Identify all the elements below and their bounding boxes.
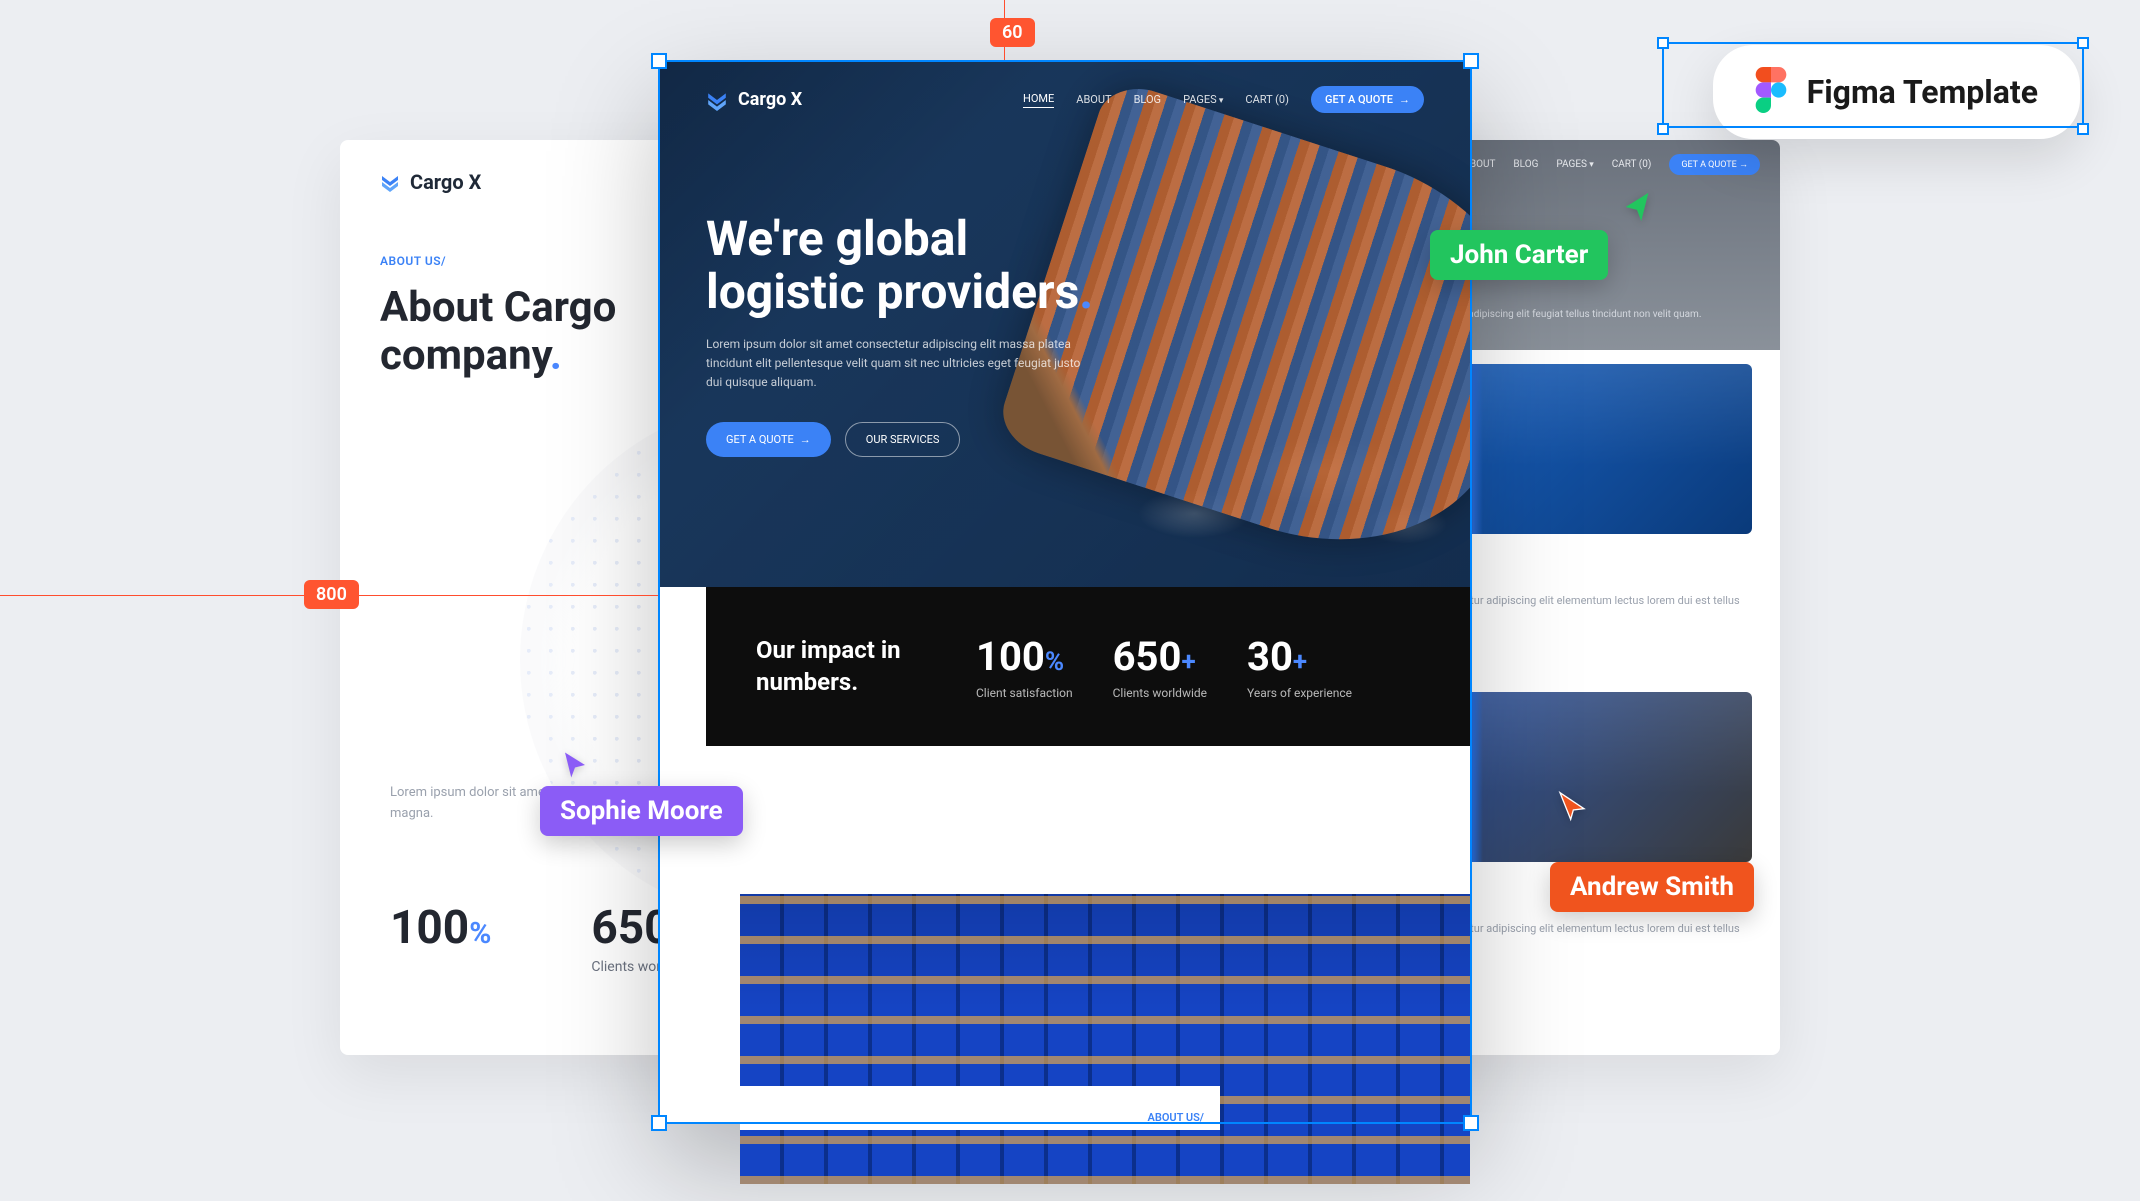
nav-cart[interactable]: CART (0) (1612, 159, 1652, 170)
selection-handle-ne[interactable] (1463, 53, 1479, 69)
nav-home[interactable]: HOME (1023, 92, 1054, 108)
bottom-eyebrow: ABOUT US/ (1148, 1111, 1204, 1124)
selection-handle-sw[interactable] (1657, 123, 1669, 135)
warehouse-image (740, 894, 1470, 1184)
user-cursor-sophie: Sophie Moore (540, 750, 743, 836)
logo[interactable]: Cargo X (706, 89, 802, 111)
stats-title: Our impact in numbers. (756, 635, 936, 697)
selection-handle-se[interactable] (1463, 1115, 1479, 1131)
nav-about[interactable]: ABOUT (1076, 93, 1111, 106)
stats-row: 100% 650+ Clients worl (390, 901, 687, 975)
nav-cta-button[interactable]: GET A QUOTE→ (1311, 86, 1424, 113)
cursor-label: Andrew Smith (1550, 862, 1754, 912)
main-nav: Cargo X HOME ABOUT BLOG PAGES CART (0) G… (706, 86, 1424, 113)
stat-item: 30+ Years of experience (1247, 633, 1352, 700)
figma-template-badge[interactable]: Figma Template (1713, 45, 2080, 139)
nav-pages[interactable]: PAGES (1556, 159, 1593, 170)
hero-cta-secondary[interactable]: OUR SERVICES (845, 422, 961, 457)
stats-bar: Our impact in numbers. 100% Client satis… (706, 587, 1470, 746)
selection-handle-sw[interactable] (651, 1115, 667, 1131)
logo-icon (706, 89, 728, 111)
stat-item: 650+ Clients worldwide (1113, 633, 1207, 700)
figma-badge-label: Figma Template (1807, 73, 2038, 111)
bottom-strip: ABOUT US/ (740, 1086, 1220, 1130)
hero-section: Cargo X HOME ABOUT BLOG PAGES CART (0) G… (660, 62, 1470, 587)
selection-handle-ne[interactable] (2077, 37, 2089, 49)
hero-cta-primary[interactable]: GET A QUOTE→ (706, 422, 831, 457)
logo-text: Cargo X (410, 170, 481, 194)
selection-handle-se[interactable] (2077, 123, 2089, 135)
measurement-top: 60 (990, 18, 1035, 47)
selection-handle-nw[interactable] (651, 53, 667, 69)
nav-blog[interactable]: BLOG (1134, 93, 1162, 106)
stat-item: 100% Client satisfaction (976, 633, 1073, 700)
hero-subtitle: Lorem ipsum dolor sit amet consectetur a… (706, 335, 1086, 393)
nav-cart[interactable]: CART (0) (1245, 93, 1289, 106)
nav-blog[interactable]: BLOG (1513, 159, 1538, 170)
cursor-label: Sophie Moore (540, 786, 743, 836)
logo-icon (380, 172, 400, 192)
cursor-label: John Carter (1430, 230, 1608, 280)
hero-title: We're global logistic providers. (706, 213, 1126, 319)
user-cursor-john: John Carter (1430, 190, 1654, 280)
stat-item: 100% (390, 901, 491, 975)
selection-handle-nw[interactable] (1657, 37, 1669, 49)
user-cursor-andrew: Andrew Smith (1550, 790, 1754, 912)
figma-icon (1755, 67, 1787, 117)
nav-pages[interactable]: PAGES (1183, 93, 1223, 106)
logo-text: Cargo X (738, 89, 802, 110)
frame-home-selected[interactable]: Cargo X HOME ABOUT BLOG PAGES CART (0) G… (660, 62, 1470, 1122)
measurement-left: 800 (304, 580, 359, 609)
nav-cta[interactable]: GET A QUOTE → (1669, 154, 1760, 175)
